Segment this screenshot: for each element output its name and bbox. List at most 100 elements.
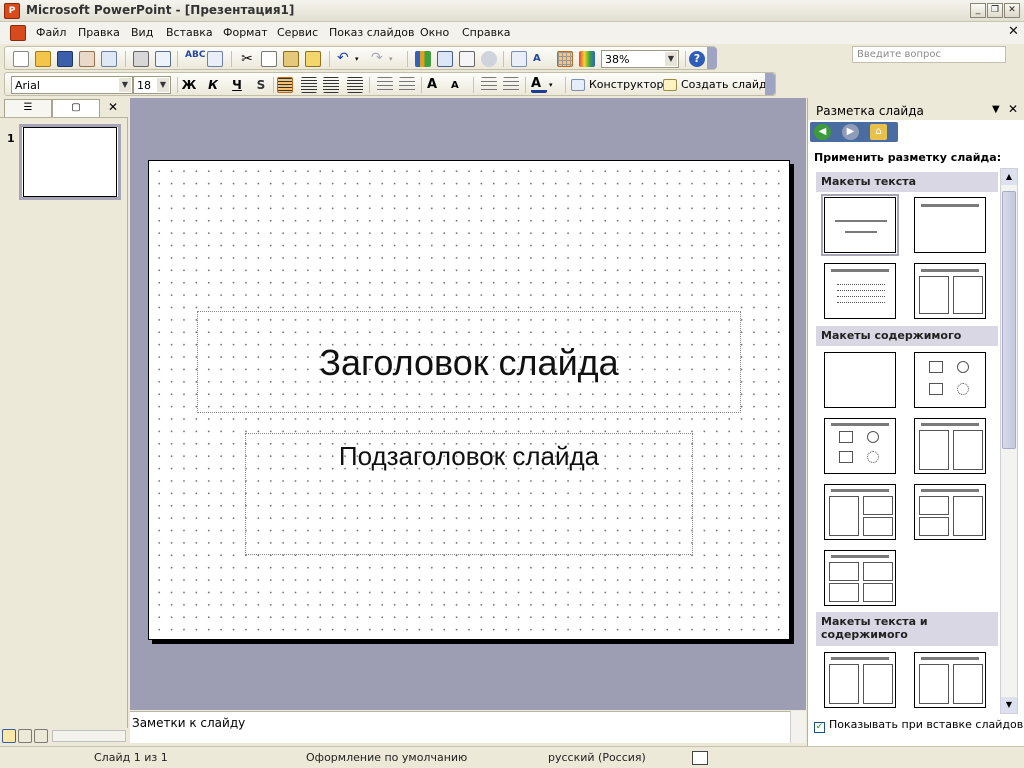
decrease-indent-icon[interactable] [481,77,497,93]
task-pane-scrollbar[interactable]: ▲ ▼ [1000,168,1018,714]
chevron-down-icon[interactable]: ▼ [119,78,131,92]
redo-dropdown-icon[interactable]: ▾ [389,51,405,67]
numbering-icon[interactable] [377,77,393,93]
permission-icon[interactable] [79,51,95,67]
increase-indent-icon[interactable] [503,77,519,93]
back-icon[interactable]: ◀ [814,124,831,140]
spelling-icon[interactable]: ABC✓ [185,51,213,67]
print-preview-icon[interactable] [155,51,171,67]
close-button[interactable]: ✕ [1004,3,1020,18]
layout-title-slide[interactable] [821,194,899,256]
tables-borders-icon[interactable] [459,51,475,67]
menu-format[interactable]: Формат [223,26,268,39]
help-icon[interactable]: ? [689,51,705,67]
align-right-icon[interactable] [323,77,339,93]
layout-title-content[interactable] [824,418,896,474]
undo-dropdown-icon[interactable]: ▾ [355,51,371,67]
bullets-icon[interactable] [399,77,415,93]
show-on-insert-option[interactable]: ✓ Показывать при вставке слайдов [814,718,1023,733]
task-pane-menu-icon[interactable]: ▼ [992,104,1000,115]
notes-input[interactable]: Заметки к слайду [130,711,806,743]
font-size-select[interactable]: 18 ▼ [133,76,171,94]
notes-scrollbar[interactable] [790,711,806,743]
scroll-thumb[interactable] [1002,191,1016,449]
menu-view[interactable]: Вид [131,26,153,39]
justify-icon[interactable] [347,77,363,93]
paste-icon[interactable] [283,51,299,67]
open-icon[interactable] [35,51,51,67]
underline-button[interactable]: Ч [229,77,245,93]
copy-icon[interactable] [261,51,277,67]
decrease-font-icon[interactable]: A [451,77,467,93]
forward-icon[interactable]: ▶ [842,124,859,140]
designer-button[interactable]: Конструктор [589,78,663,91]
layout-title-four-content[interactable] [824,550,896,606]
color-grayscale-icon[interactable] [579,51,595,67]
print-icon[interactable] [133,51,149,67]
layout-content[interactable] [914,352,986,408]
font-color-icon[interactable]: A [531,77,547,93]
tab-outline[interactable]: ☰ [4,99,52,117]
shadow-button[interactable]: S [253,77,269,93]
checkbox-icon[interactable]: ✓ [814,722,825,733]
slide-thumbnail-canvas[interactable] [23,127,117,197]
layout-text-content[interactable] [824,652,896,708]
tab-slides[interactable]: ▢ [52,99,100,117]
new-slide-button[interactable]: Создать слайд [681,78,767,91]
chevron-down-icon[interactable]: ▼ [665,52,677,66]
expand-all-icon[interactable] [511,51,527,67]
email-icon[interactable] [101,51,117,67]
close-document-icon[interactable]: ✕ [1008,24,1019,39]
slide-canvas[interactable]: Заголовок слайда Подзаголовок слайда [148,160,790,640]
insert-diagram-icon[interactable] [481,51,497,67]
chevron-down-icon[interactable]: ▼ [157,78,169,92]
new-icon[interactable] [13,51,29,67]
horizontal-scrollbar[interactable] [52,730,126,742]
font-name-select[interactable]: Arial ▼ [11,76,133,94]
research-icon[interactable] [207,51,223,67]
toolbar-options-icon[interactable] [707,47,717,69]
zoom-select[interactable]: 38% ▼ [601,50,679,68]
italic-button[interactable]: К [205,77,221,93]
layout-title-text[interactable] [824,263,896,319]
cut-icon[interactable]: ✂ [239,51,255,67]
layout-two-column-text[interactable] [914,263,986,319]
menu-file[interactable]: Файл [36,26,66,39]
subtitle-placeholder[interactable]: Подзаголовок слайда [245,433,693,555]
redo-icon[interactable]: ↷ [371,51,387,67]
grid-icon[interactable] [557,51,573,67]
minimize-button[interactable]: _ [970,3,986,18]
insert-chart-icon[interactable] [415,51,431,67]
close-pane-icon[interactable]: ✕ [108,100,118,114]
save-icon[interactable] [57,51,73,67]
spelling-status-icon[interactable] [692,751,708,765]
layout-title-two-content-one[interactable] [914,484,986,540]
powerpoint-icon[interactable]: P [4,3,20,19]
menu-slideshow[interactable]: Показ слайдов [329,26,415,39]
font-color-dropdown-icon[interactable]: ▾ [549,77,565,93]
restore-button[interactable]: ❐ [987,3,1003,18]
task-pane-close-icon[interactable]: ✕ [1008,102,1018,116]
document-icon[interactable] [10,25,26,41]
scroll-down-icon[interactable]: ▼ [1001,697,1017,713]
layout-title-content-two[interactable] [824,484,896,540]
title-placeholder[interactable]: Заголовок слайда [197,311,741,413]
layout-content-text[interactable] [914,652,986,708]
normal-view-icon[interactable] [2,729,16,743]
toolbar-options-icon[interactable] [765,73,775,95]
menu-window[interactable]: Окно [420,26,449,39]
align-left-icon[interactable] [277,77,293,93]
scroll-up-icon[interactable]: ▲ [1001,169,1017,185]
layout-blank[interactable] [824,352,896,408]
insert-table-icon[interactable] [437,51,453,67]
undo-icon[interactable]: ↶ [337,51,353,67]
bold-button[interactable]: Ж [181,77,197,93]
format-painter-icon[interactable] [305,51,321,67]
slideshow-icon[interactable] [34,729,48,743]
help-search-input[interactable]: Введите вопрос [852,46,1006,63]
menu-help[interactable]: Справка [462,26,510,39]
layout-title-two-content[interactable] [914,418,986,474]
menu-edit[interactable]: Правка [78,26,120,39]
menu-tools[interactable]: Сервис [277,26,318,39]
home-icon[interactable]: ⌂ [870,124,887,140]
